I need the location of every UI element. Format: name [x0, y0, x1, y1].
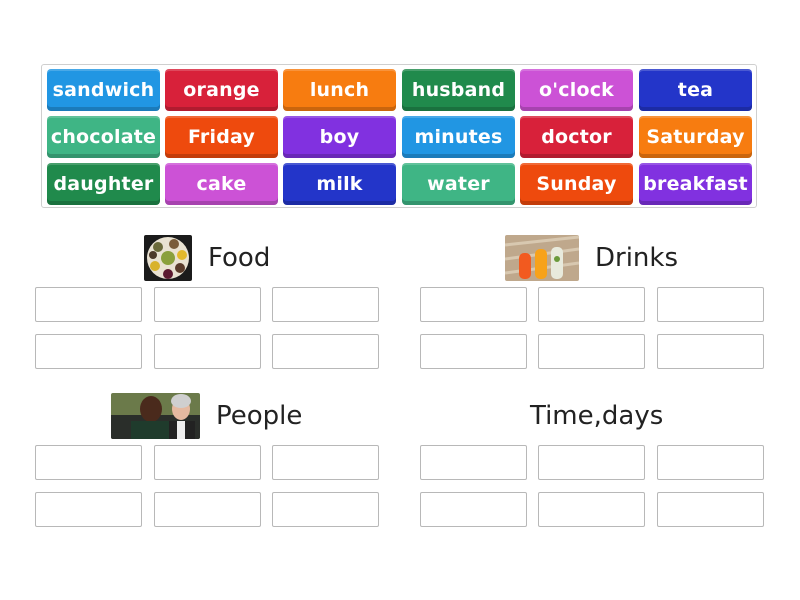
word-tile[interactable]: sandwich	[47, 69, 160, 111]
word-tile[interactable]: boy	[283, 116, 396, 158]
drop-slot-time-days[interactable]	[657, 445, 764, 480]
drop-slot-people[interactable]	[154, 445, 261, 480]
drop-slot-food[interactable]	[35, 334, 142, 369]
drop-slot-people[interactable]	[272, 445, 379, 480]
group-title-people: People	[216, 401, 303, 431]
word-tile[interactable]: lunch	[283, 69, 396, 111]
drop-slot-time-days[interactable]	[538, 492, 645, 527]
group-title-drinks: Drinks	[595, 243, 679, 273]
word-tile[interactable]: daughter	[47, 163, 160, 205]
drop-slot-food[interactable]	[35, 287, 142, 322]
drop-slot-drinks[interactable]	[657, 334, 764, 369]
drop-slot-drinks[interactable]	[538, 334, 645, 369]
word-bank: sandwich orange lunch husband o'clock tea choc…	[41, 64, 757, 208]
word-tile[interactable]: Saturday	[639, 116, 752, 158]
drop-slot-food[interactable]	[272, 334, 379, 369]
drop-slot-time-days[interactable]	[538, 445, 645, 480]
drop-slot-food[interactable]	[154, 287, 261, 322]
drop-slot-people[interactable]	[272, 492, 379, 527]
drop-slot-time-days[interactable]	[420, 445, 527, 480]
word-tile[interactable]: water	[402, 163, 515, 205]
word-tile[interactable]: chocolate	[47, 116, 160, 158]
food-platter-image	[144, 235, 192, 281]
group-header-time-days: Time,days	[530, 393, 663, 439]
drinks-glasses-image	[505, 235, 579, 281]
group-header-people: People	[111, 393, 302, 439]
word-tile[interactable]: o'clock	[520, 69, 633, 111]
drop-slot-people[interactable]	[154, 492, 261, 527]
drop-slot-people[interactable]	[35, 492, 142, 527]
group-header-drinks: Drinks	[505, 235, 678, 281]
word-tile[interactable]: orange	[165, 69, 278, 111]
people-laughing-image	[111, 393, 200, 439]
word-tile[interactable]: tea	[639, 69, 752, 111]
word-tile[interactable]: Friday	[165, 116, 278, 158]
drop-slot-time-days[interactable]	[420, 492, 527, 527]
drop-slot-drinks[interactable]	[657, 287, 764, 322]
word-tile[interactable]: breakfast	[639, 163, 752, 205]
drop-slot-food[interactable]	[272, 287, 379, 322]
word-tile[interactable]: minutes	[402, 116, 515, 158]
group-title-food: Food	[208, 243, 271, 273]
word-tile[interactable]: cake	[165, 163, 278, 205]
drop-slot-drinks[interactable]	[420, 334, 527, 369]
drop-slot-time-days[interactable]	[657, 492, 764, 527]
word-tile[interactable]: milk	[283, 163, 396, 205]
drop-slot-drinks[interactable]	[420, 287, 527, 322]
drop-slot-food[interactable]	[154, 334, 261, 369]
group-header-food: Food	[144, 235, 270, 281]
group-title-time-days: Time,days	[530, 401, 664, 431]
drop-slot-drinks[interactable]	[538, 287, 645, 322]
word-tile[interactable]: husband	[402, 69, 515, 111]
word-tile[interactable]: doctor	[520, 116, 633, 158]
word-tile[interactable]: Sunday	[520, 163, 633, 205]
drop-slot-people[interactable]	[35, 445, 142, 480]
